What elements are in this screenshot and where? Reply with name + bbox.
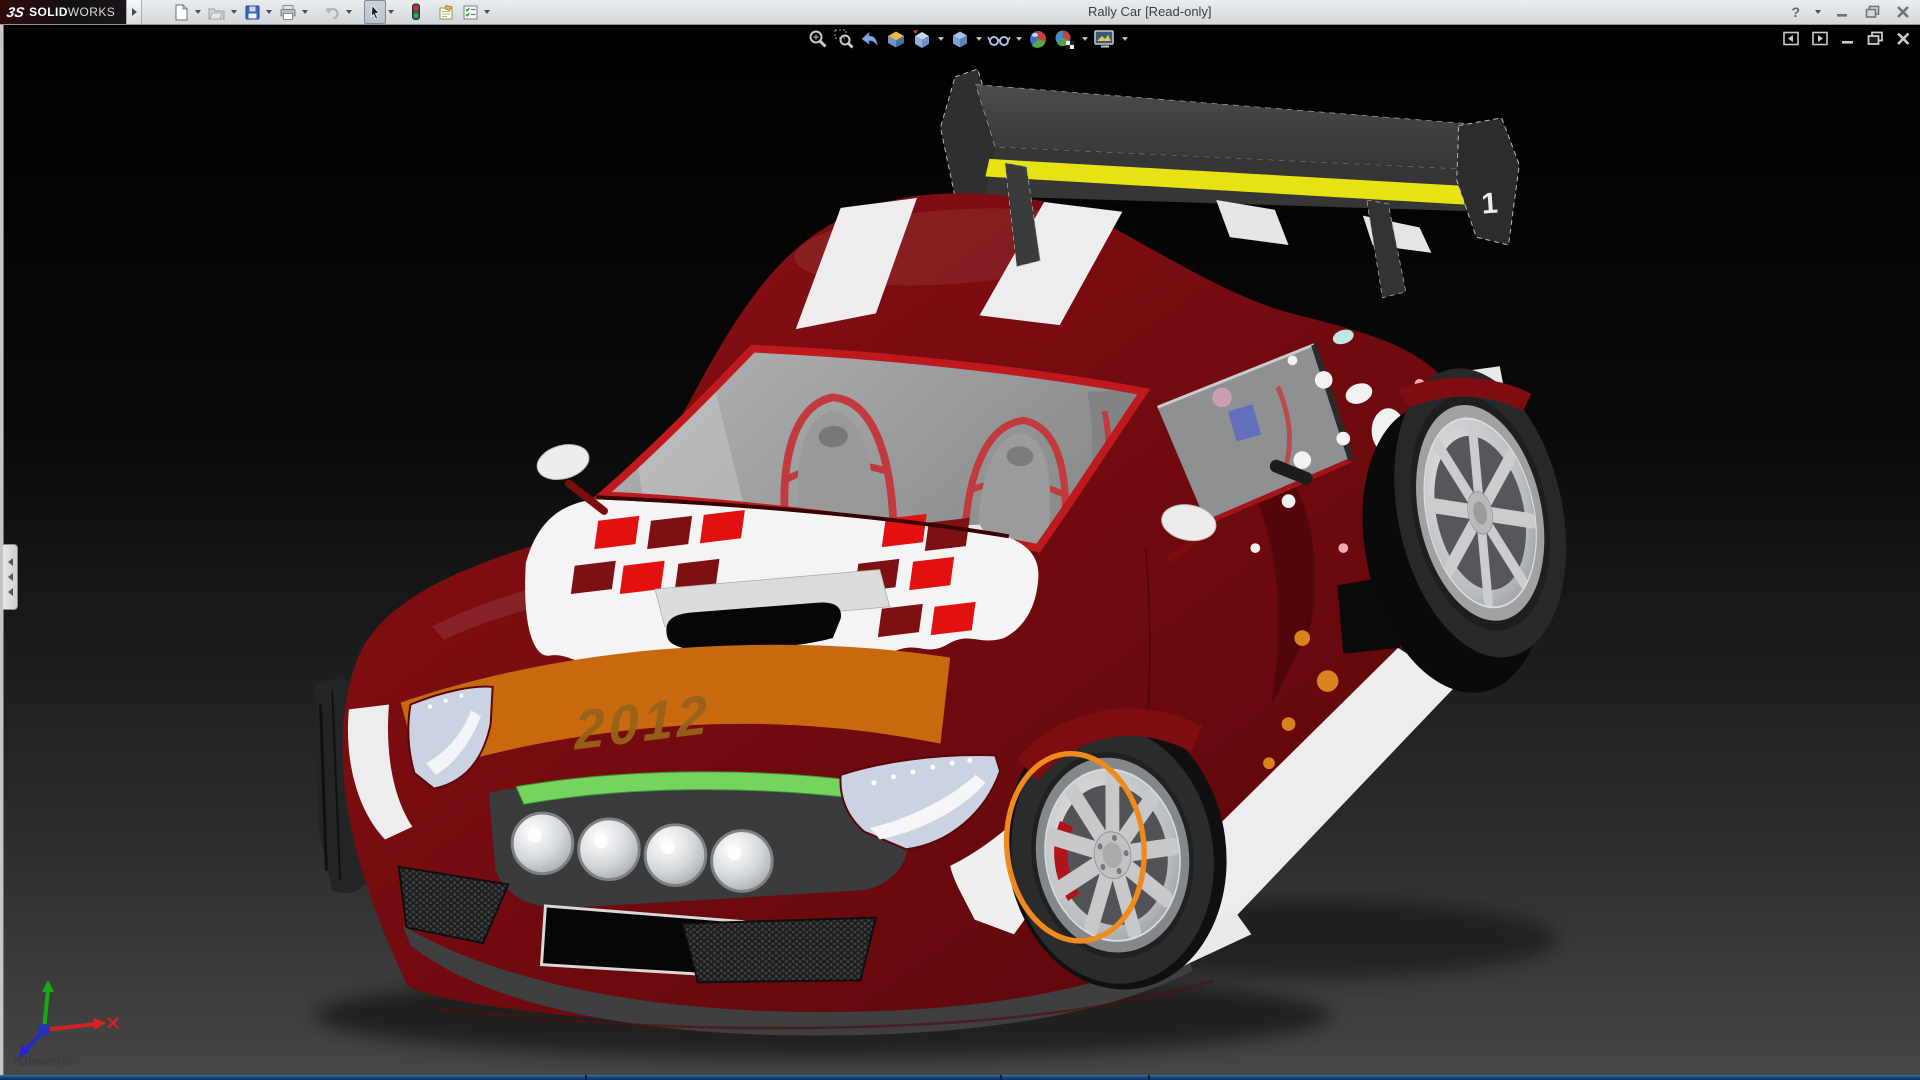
select-cursor-icon <box>367 4 383 21</box>
dropdown-arrow-icon[interactable] <box>346 10 352 14</box>
toggle-panel-left-button[interactable] <box>1783 31 1800 46</box>
note-with-hand-icon <box>437 4 456 21</box>
graphics-area[interactable]: 1 <box>0 24 1920 1080</box>
previous-view-icon <box>859 28 881 50</box>
mirror-left <box>533 439 604 511</box>
dropdown-arrow-icon[interactable] <box>938 37 944 41</box>
ds-3s-logo-icon: 3S <box>5 4 26 20</box>
minimize-window-button[interactable] <box>1836 5 1850 19</box>
restore-document-button[interactable] <box>1867 31 1884 46</box>
undo-button[interactable] <box>320 0 344 24</box>
dropdown-arrow-icon[interactable] <box>976 37 982 41</box>
y-axis <box>44 990 48 1030</box>
apply-scene-icon <box>1053 28 1077 50</box>
document-window-controls <box>1783 31 1911 46</box>
document-title: Rally Car [Read-only] <box>1088 4 1212 19</box>
x-axis-label-mark <box>108 1018 118 1028</box>
dropdown-arrow-icon[interactable] <box>1016 37 1022 41</box>
edit-appearance-button[interactable] <box>1026 27 1050 51</box>
printer-icon <box>279 4 297 21</box>
new-document-icon <box>173 4 190 21</box>
rebuild-button[interactable] <box>406 0 426 24</box>
save-button[interactable] <box>241 0 264 24</box>
windows-taskbar-edge[interactable] <box>0 1075 1920 1080</box>
view-orientation-icon <box>911 28 933 50</box>
standard-toolbar <box>170 1 494 23</box>
dropdown-arrow-icon[interactable] <box>302 10 308 14</box>
reference-triad <box>16 978 126 1058</box>
appearance-sphere-icon <box>1027 28 1049 50</box>
zoom-to-area-icon <box>833 28 855 50</box>
display-style-button[interactable] <box>948 27 972 51</box>
close-document-button[interactable] <box>1896 31 1911 46</box>
dropdown-arrow-icon[interactable] <box>388 10 394 14</box>
section-view-button[interactable] <box>884 27 908 51</box>
restore-window-button[interactable] <box>1865 5 1881 19</box>
zoom-to-fit-button[interactable] <box>806 27 830 51</box>
open-folder-icon <box>208 4 226 21</box>
window-controls: ? <box>1791 0 1910 24</box>
x-axis <box>44 1024 96 1030</box>
eyeglasses-icon <box>987 28 1011 50</box>
dropdown-arrow-icon[interactable] <box>266 10 272 14</box>
save-floppy-icon <box>244 4 261 21</box>
menu-expand-tab[interactable] <box>126 0 142 24</box>
bumper-vent-right <box>682 918 876 983</box>
section-view-icon <box>885 28 907 50</box>
taskbar-separator <box>585 1075 587 1080</box>
view-orientation-button[interactable] <box>910 27 934 51</box>
rebuild-traffic-light-icon <box>409 3 423 21</box>
display-style-icon <box>949 28 971 50</box>
undo-arrow-icon <box>323 4 341 21</box>
title-bar: 3S SOLIDWORKS <box>0 0 1920 25</box>
dropdown-arrow-icon[interactable] <box>195 10 201 14</box>
zoom-to-fit-icon <box>807 28 829 50</box>
taskbar-separator <box>1000 1075 1002 1080</box>
dropdown-arrow-icon[interactable] <box>1082 37 1088 41</box>
wing-number-decal: 1 <box>1480 187 1499 221</box>
help-button[interactable]: ? <box>1791 4 1800 20</box>
dropdown-arrow-icon[interactable] <box>1122 37 1128 41</box>
taskbar-separator <box>1148 1075 1150 1080</box>
collapse-arrow-icon <box>8 573 13 581</box>
help-dropdown-arrow-icon[interactable] <box>1815 10 1821 14</box>
viewport-3d[interactable]: 1 <box>0 24 1920 1080</box>
close-window-button[interactable] <box>1896 5 1910 19</box>
view-settings-icon <box>1093 28 1117 50</box>
dropdown-arrow-icon[interactable] <box>484 10 490 14</box>
headsup-view-toolbar <box>806 27 1132 51</box>
rally-car-model[interactable]: 1 <box>315 69 1591 1059</box>
hide-show-items-button[interactable] <box>986 27 1012 51</box>
view-settings-button[interactable] <box>1092 27 1118 51</box>
featuremanager-flyout-tab[interactable] <box>3 544 18 610</box>
options-checklist-icon <box>462 4 479 21</box>
options-button[interactable] <box>459 0 482 24</box>
open-document-button[interactable] <box>205 0 229 24</box>
view-orientation-label: *Dimetric <box>13 1054 74 1069</box>
zoom-to-area-button[interactable] <box>832 27 856 51</box>
previous-view-button[interactable] <box>858 27 882 51</box>
toggle-panel-right-button[interactable] <box>1812 31 1829 46</box>
collapse-arrow-icon <box>8 558 13 566</box>
new-document-button[interactable] <box>170 0 193 24</box>
print-button[interactable] <box>276 0 300 24</box>
dropdown-arrow-icon[interactable] <box>231 10 237 14</box>
solidworks-logo: 3S SOLIDWORKS <box>0 0 126 24</box>
minimize-document-button[interactable] <box>1841 31 1855 46</box>
select-button[interactable] <box>364 0 386 24</box>
expand-arrow-icon <box>132 8 137 16</box>
collapse-arrow-icon <box>8 588 13 596</box>
apply-scene-button[interactable] <box>1052 27 1078 51</box>
appearance-note-button[interactable] <box>434 0 459 24</box>
